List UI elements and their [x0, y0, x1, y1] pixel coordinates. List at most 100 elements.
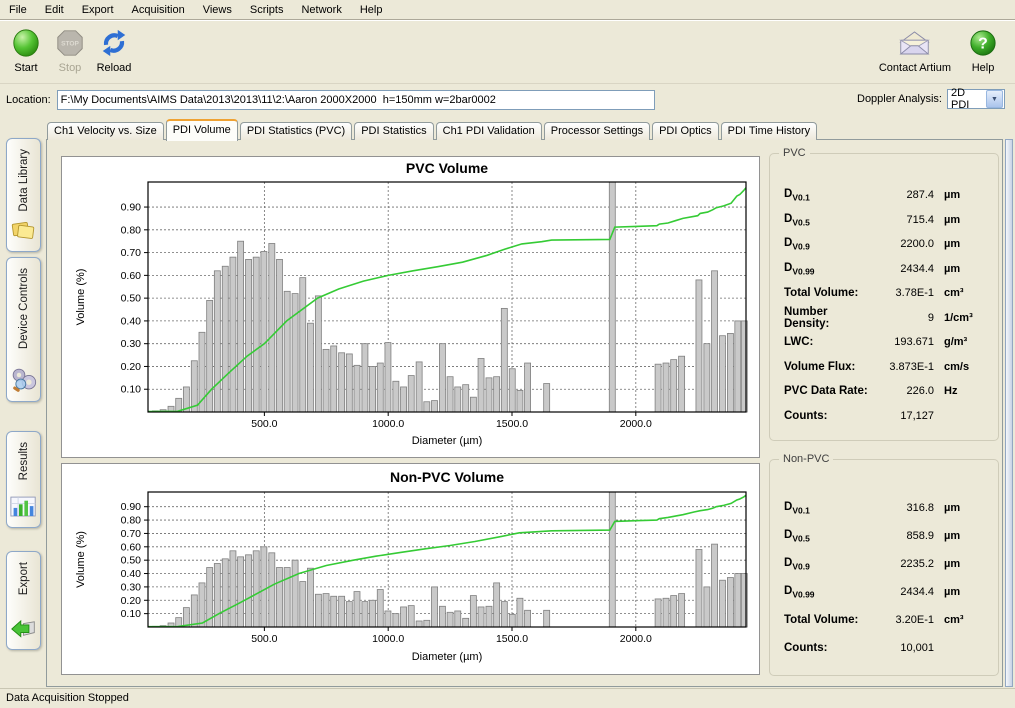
menu-file[interactable]: File [0, 2, 36, 18]
svg-text:2000.0: 2000.0 [620, 633, 652, 645]
stat-row: PVC Data Rate:226.0Hz [770, 379, 998, 404]
pvc-stats-group: PVC DV0.1287.4µmDV0.5715.4µmDV0.92200.0µ… [769, 153, 999, 441]
stat-value: 226.0 [870, 385, 934, 397]
svg-text:0.10: 0.10 [121, 384, 142, 396]
status-text: Data Acquisition Stopped [6, 692, 129, 704]
tab-pdi-optics[interactable]: PDI Optics [652, 122, 719, 140]
contact-artium-label: Contact Artium [879, 62, 951, 74]
stat-value: 715.4 [870, 214, 934, 226]
stat-value: 3.20E-1 [870, 614, 934, 626]
svg-text:0.10: 0.10 [121, 608, 142, 620]
menu-export[interactable]: Export [73, 2, 123, 18]
doppler-analysis-select[interactable]: 2D PDI ▼ [947, 89, 1005, 109]
pdi-volume-tab-page: 0.100.200.300.400.500.600.700.800.90500.… [46, 139, 1003, 687]
tab-ch1-velocity-vs-size[interactable]: Ch1 Velocity vs. Size [47, 122, 164, 140]
svg-text:Diameter (µm): Diameter (µm) [412, 435, 483, 447]
help-button[interactable]: ?Help [963, 26, 1003, 74]
sidebar-item-label: Results [18, 442, 30, 480]
svg-text:1500.0: 1500.0 [496, 633, 528, 645]
svg-text:Volume (%): Volume (%) [75, 269, 87, 326]
panel-splitter[interactable] [1005, 139, 1013, 687]
stat-unit: µm [934, 586, 990, 598]
stat-label: DV0.5 [784, 529, 870, 543]
stat-value: 17,127 [870, 410, 934, 422]
location-input[interactable] [57, 90, 655, 110]
stat-label: DV0.9 [784, 557, 870, 571]
menu-views[interactable]: Views [194, 2, 241, 18]
reload-label: Reload [97, 62, 132, 74]
pvc-volume-chart: 0.100.200.300.400.500.600.700.800.90500.… [61, 156, 760, 458]
stat-row: Number Density:91/cm³ [770, 306, 998, 331]
start-button[interactable]: Start [6, 26, 46, 74]
help-icon: ? [969, 26, 997, 60]
sidebar-item-results[interactable]: Results [6, 431, 41, 528]
status-bar: Data Acquisition Stopped [0, 688, 1015, 708]
stat-label: Counts: [784, 410, 870, 422]
non-pvc-stats-title: Non-PVC [779, 453, 833, 465]
stat-value: 9 [870, 312, 934, 324]
stat-value: 2235.2 [870, 558, 934, 570]
menu-network[interactable]: Network [292, 2, 350, 18]
menu-edit[interactable]: Edit [36, 2, 73, 18]
stop-label: Stop [59, 62, 82, 74]
stat-label: PVC Data Rate: [784, 385, 870, 397]
svg-text:0.90: 0.90 [121, 202, 142, 214]
stat-row: DV0.92235.2µm [770, 550, 998, 578]
tab-pdi-volume[interactable]: PDI Volume [166, 119, 238, 141]
sidebar-item-data-library[interactable]: Data Library [6, 138, 41, 252]
svg-text:Non-PVC Volume: Non-PVC Volume [390, 469, 504, 485]
tab-pdi-statistics[interactable]: PDI Statistics [354, 122, 433, 140]
chevron-down-icon[interactable]: ▼ [986, 90, 1003, 108]
tab-pdi-statistics-pvc[interactable]: PDI Statistics (PVC) [240, 122, 352, 140]
tab-pdi-time-history[interactable]: PDI Time History [721, 122, 818, 140]
reload-button[interactable]: Reload [94, 26, 134, 74]
stat-row: DV0.5858.9µm [770, 522, 998, 550]
envelope-icon [898, 26, 931, 60]
svg-text:STOP: STOP [61, 40, 79, 47]
stat-unit: g/m³ [934, 336, 990, 348]
stat-unit: µm [934, 189, 990, 201]
stat-value: 2434.4 [870, 586, 934, 598]
stop-button: STOP Stop [50, 26, 90, 74]
stat-label: LWC: [784, 336, 870, 348]
stat-unit: cm/s [934, 361, 990, 373]
stat-value: 316.8 [870, 502, 934, 514]
location-row: Location: Doppler Analysis: 2D PDI ▼ [0, 84, 1015, 115]
svg-text:0.70: 0.70 [121, 247, 142, 259]
svg-text:Volume (%): Volume (%) [75, 531, 87, 588]
tab-ch1-pdi-validation[interactable]: Ch1 PDI Validation [436, 122, 542, 140]
stat-row: Total Volume:3.20E-1cm³ [770, 606, 998, 634]
pvc-stats-rows: DV0.1287.4µmDV0.5715.4µmDV0.92200.0µmDV0… [770, 154, 998, 428]
stat-row: DV0.1287.4µm [770, 183, 998, 208]
menu-bar: FileEditExportAcquisitionViewsScriptsNet… [0, 0, 1015, 20]
stat-unit: µm [934, 238, 990, 250]
stat-value: 2434.4 [870, 263, 934, 275]
stat-value: 2200.0 [870, 238, 934, 250]
menu-acquisition[interactable]: Acquisition [123, 2, 194, 18]
start-icon [11, 26, 41, 60]
stat-value: 287.4 [870, 189, 934, 201]
menu-help[interactable]: Help [351, 2, 392, 18]
svg-text:0.50: 0.50 [121, 555, 142, 567]
doppler-analysis-value: 2D PDI [948, 87, 986, 111]
stat-row: LWC:193.671g/m³ [770, 330, 998, 355]
menu-scripts[interactable]: Scripts [241, 2, 293, 18]
svg-text:0.80: 0.80 [121, 515, 142, 527]
export-icon [10, 617, 37, 644]
stat-row: Counts:10,001 [770, 634, 998, 662]
contact-artium-button[interactable]: Contact Artium [879, 26, 951, 74]
stat-label: Counts: [784, 642, 870, 654]
stat-label: DV0.99 [784, 585, 870, 599]
sidebar-item-device-controls[interactable]: Device Controls [6, 257, 41, 402]
stat-unit: µm [934, 263, 990, 275]
stat-unit: µm [934, 214, 990, 226]
start-label: Start [14, 62, 37, 74]
svg-text:0.60: 0.60 [121, 270, 142, 282]
sidebar-item-export[interactable]: Export [6, 551, 41, 650]
stat-unit: cm³ [934, 287, 990, 299]
tab-processor-settings[interactable]: Processor Settings [544, 122, 650, 140]
doppler-analysis-group: Doppler Analysis: 2D PDI ▼ [857, 89, 1005, 109]
pvc-stats-title: PVC [779, 147, 810, 159]
tab-strip: Ch1 Velocity vs. SizePDI VolumePDI Stati… [47, 118, 819, 140]
svg-text:0.30: 0.30 [121, 581, 142, 593]
